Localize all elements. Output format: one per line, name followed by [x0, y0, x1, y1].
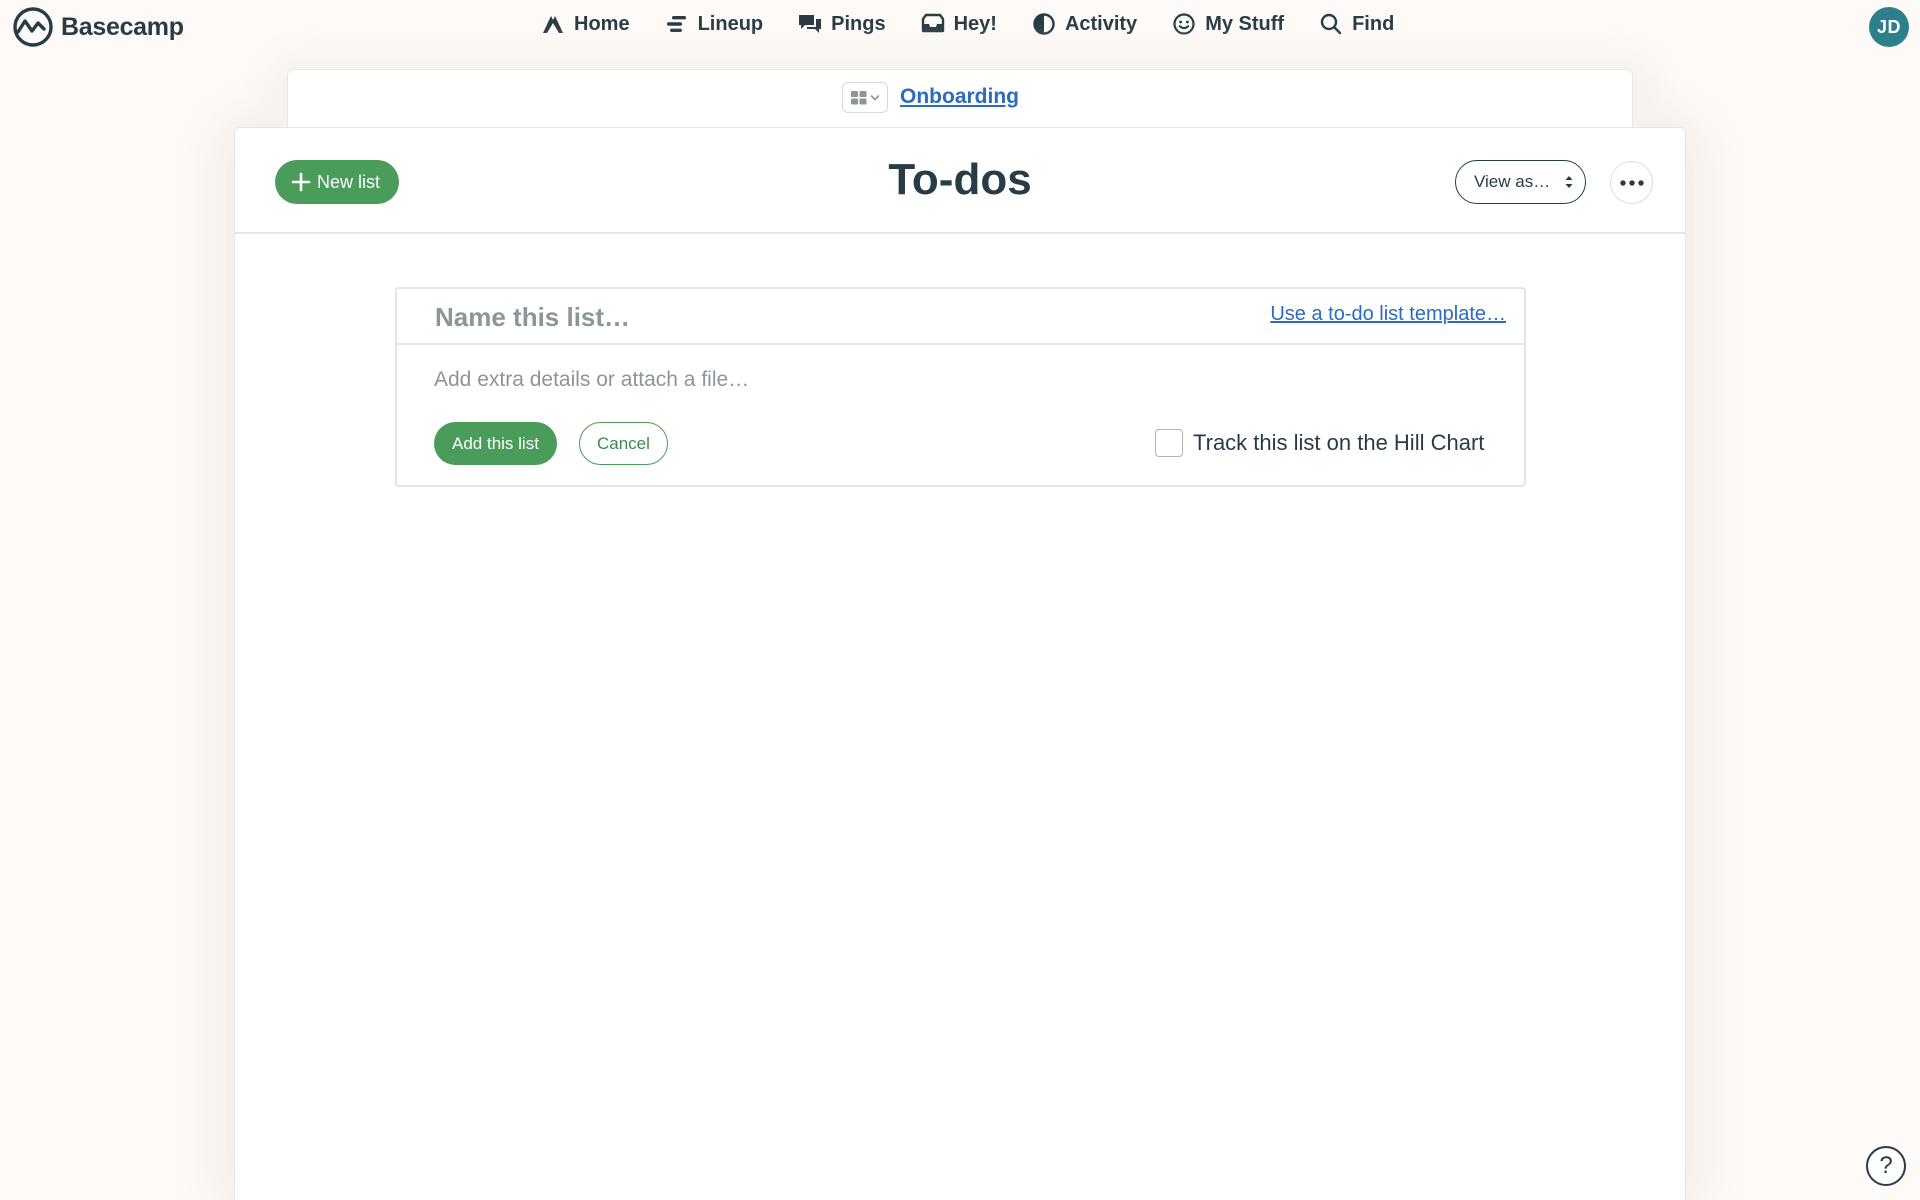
plus-icon: [291, 172, 311, 192]
view-as-label: View as…: [1474, 172, 1551, 191]
nav-pings-label: Pings: [831, 12, 886, 35]
activity-icon: [1033, 13, 1055, 35]
project-link[interactable]: Onboarding: [900, 85, 1019, 109]
nav-lineup-label: Lineup: [697, 12, 764, 35]
chevron-down-icon: [870, 94, 879, 101]
nav-activity[interactable]: Activity: [1031, 11, 1137, 37]
nav-hey[interactable]: Hey!: [920, 11, 997, 37]
basecamp-logo[interactable]: Basecamp: [11, 7, 184, 47]
pings-icon: [799, 15, 822, 33]
project-switcher[interactable]: [842, 82, 888, 113]
grid-icon: [850, 90, 866, 104]
inbox-icon: [921, 13, 944, 33]
nav-home[interactable]: Home: [540, 11, 630, 37]
top-navigation: Basecamp Home Lineup Pings Hey! Activity…: [0, 0, 1920, 54]
nav-hey-label: Hey!: [953, 12, 997, 35]
nav-home-label: Home: [574, 12, 630, 35]
hill-chart-label: Track this list on the Hill Chart: [1193, 430, 1485, 455]
todos-card: New list To-dos View as… Use a to-do lis…: [234, 127, 1686, 1200]
nav-find-label: Find: [1352, 12, 1395, 35]
nav-find[interactable]: Find: [1318, 11, 1394, 37]
new-list-button[interactable]: New list: [275, 160, 400, 204]
sort-arrows-icon: [1565, 176, 1573, 188]
nav-activity-label: Activity: [1064, 12, 1138, 35]
help-button[interactable]: ?: [1866, 1146, 1906, 1186]
basecamp-logo-icon: [13, 7, 53, 47]
app-name: Basecamp: [61, 12, 184, 41]
nav-lineup[interactable]: Lineup: [664, 11, 764, 37]
list-name-input[interactable]: [435, 297, 1215, 337]
smiley-icon: [1173, 13, 1195, 35]
list-name-row: Use a to-do list template…: [397, 289, 1524, 345]
add-this-list-button[interactable]: Add this list: [434, 422, 557, 465]
new-list-form: Use a to-do list template… Add this list…: [395, 287, 1526, 487]
nav-my-stuff[interactable]: My Stuff: [1171, 11, 1284, 37]
cancel-button[interactable]: Cancel: [579, 422, 668, 465]
nav-my-stuff-label: My Stuff: [1205, 12, 1285, 35]
view-as-dropdown[interactable]: View as…: [1455, 160, 1586, 204]
ellipsis-icon: [1619, 179, 1644, 186]
more-options-button[interactable]: [1610, 161, 1653, 204]
lineup-icon: [666, 16, 686, 32]
hill-chart-toggle[interactable]: Track this list on the Hill Chart: [1155, 429, 1484, 457]
nav-pings[interactable]: Pings: [797, 11, 886, 37]
home-icon: [543, 16, 563, 33]
card-header: New list To-dos View as…: [235, 128, 1685, 234]
list-details-input[interactable]: [434, 365, 1434, 395]
avatar[interactable]: JD: [1869, 7, 1909, 47]
hill-chart-checkbox[interactable]: [1155, 429, 1183, 457]
main-nav: Home Lineup Pings Hey! Activity My Stuff…: [540, 11, 1394, 37]
use-template-link[interactable]: Use a to-do list template…: [1270, 303, 1506, 326]
search-icon: [1320, 13, 1342, 35]
new-list-label: New list: [317, 171, 381, 192]
